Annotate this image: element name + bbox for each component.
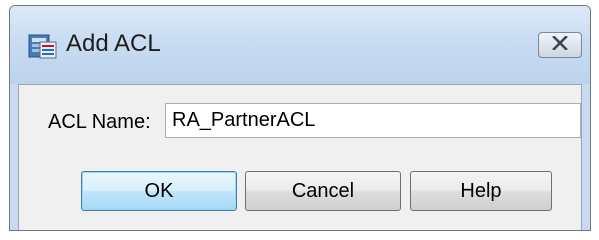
cancel-button[interactable]: Cancel — [245, 171, 401, 211]
acl-name-input[interactable] — [165, 103, 581, 138]
cancel-button-label: Cancel — [291, 179, 355, 202]
help-button[interactable]: Help — [410, 171, 552, 211]
acl-name-label: ACL Name: — [48, 111, 151, 133]
help-button-label: Help — [460, 179, 502, 202]
add-acl-dialog: Add ACL ACL Name: OK Cancel Help — [9, 5, 591, 231]
close-button[interactable] — [538, 32, 582, 58]
dialog-title: Add ACL — [66, 30, 161, 57]
app-icon — [28, 32, 58, 60]
ok-button-label: OK — [144, 179, 174, 202]
ok-button[interactable]: OK — [81, 171, 237, 211]
title-bar[interactable]: Add ACL — [10, 6, 590, 84]
close-icon — [552, 34, 568, 55]
dialog-body: ACL Name: OK Cancel Help — [18, 84, 582, 230]
